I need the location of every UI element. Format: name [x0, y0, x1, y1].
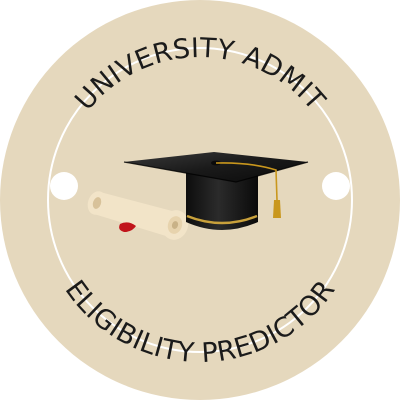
right-dot-ornament: [322, 172, 350, 200]
left-dot-ornament: [50, 172, 78, 200]
badge-logo: UNIVERSITY ADMIT ELIGIBILITY PREDICTOR: [0, 0, 400, 400]
